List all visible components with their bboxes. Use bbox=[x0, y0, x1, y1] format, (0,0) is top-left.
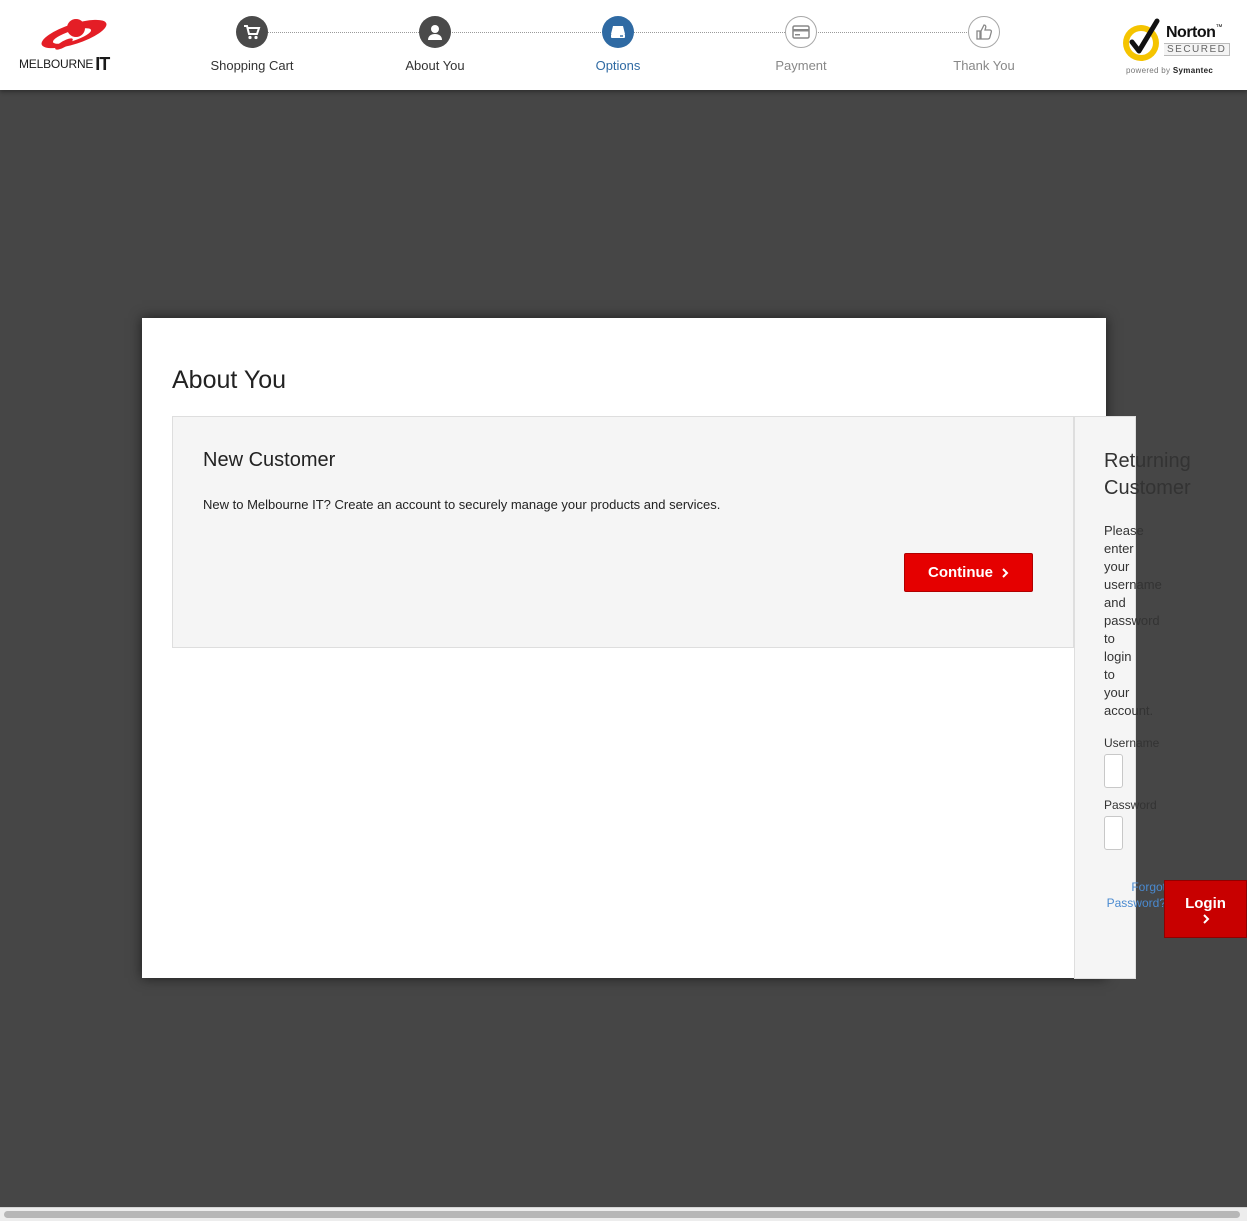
forgot-password-link[interactable]: Forgot Password? bbox=[1104, 879, 1166, 911]
norton-secured-badge[interactable]: Norton™ SECURED powered by Symantec bbox=[1120, 16, 1235, 78]
step-label: Shopping Cart bbox=[210, 58, 294, 73]
hard-drive-icon bbox=[602, 16, 634, 48]
login-button[interactable]: Login bbox=[1164, 880, 1247, 938]
checkout-header: MELBOURNE IT Shopping Cart About You Opti… bbox=[0, 0, 1247, 90]
norton-check-icon bbox=[1123, 18, 1160, 61]
melbourne-it-logo[interactable]: MELBOURNE IT bbox=[16, 14, 116, 74]
step-options[interactable]: Options bbox=[548, 16, 688, 73]
melbourne-it-swoosh-icon bbox=[41, 19, 107, 50]
login-label: Login bbox=[1185, 895, 1226, 912]
credit-card-icon bbox=[785, 16, 817, 48]
step-label: Thank You bbox=[953, 58, 1015, 73]
horizontal-scrollbar[interactable] bbox=[0, 1207, 1247, 1221]
continue-label: Continue bbox=[928, 564, 993, 581]
step-about-you[interactable]: About You bbox=[365, 16, 505, 73]
password-label: Password bbox=[1104, 798, 1157, 812]
step-label: Payment bbox=[775, 58, 827, 73]
step-thank-you[interactable]: Thank You bbox=[914, 16, 1054, 73]
about-you-modal: About You New Customer New to Melbourne … bbox=[142, 318, 1106, 978]
new-customer-title: New Customer bbox=[203, 449, 336, 471]
cart-icon bbox=[236, 16, 268, 48]
step-label: About You bbox=[405, 58, 465, 73]
returning-customer-description: Please enter your username and password … bbox=[1104, 523, 1162, 718]
password-input[interactable] bbox=[1104, 816, 1123, 850]
page-title: About You bbox=[172, 366, 287, 394]
chevron-right-icon bbox=[1002, 567, 1009, 578]
continue-button[interactable]: Continue bbox=[904, 553, 1033, 592]
new-customer-description: New to Melbourne IT? Create an account t… bbox=[203, 497, 721, 512]
new-customer-panel: New Customer New to Melbourne IT? Create… bbox=[172, 416, 1074, 648]
step-label: Options bbox=[595, 58, 641, 73]
step-shopping-cart[interactable]: Shopping Cart bbox=[182, 16, 322, 73]
logo-wordmark: MELBOURNE IT bbox=[19, 54, 110, 74]
username-input[interactable] bbox=[1104, 754, 1123, 788]
step-payment[interactable]: Payment bbox=[731, 16, 871, 73]
username-label: Username bbox=[1104, 736, 1160, 750]
returning-customer-title: Returning Customer bbox=[1104, 450, 1191, 499]
chevron-right-icon bbox=[1202, 914, 1209, 924]
scrollbar-thumb[interactable] bbox=[4, 1211, 1240, 1218]
norton-powered-by: powered by Symantec bbox=[1126, 66, 1214, 75]
norton-secured-text: SECURED bbox=[1164, 43, 1231, 56]
thumbs-up-icon bbox=[968, 16, 1000, 48]
norton-name: Norton™ bbox=[1166, 24, 1222, 41]
user-icon bbox=[419, 16, 451, 48]
